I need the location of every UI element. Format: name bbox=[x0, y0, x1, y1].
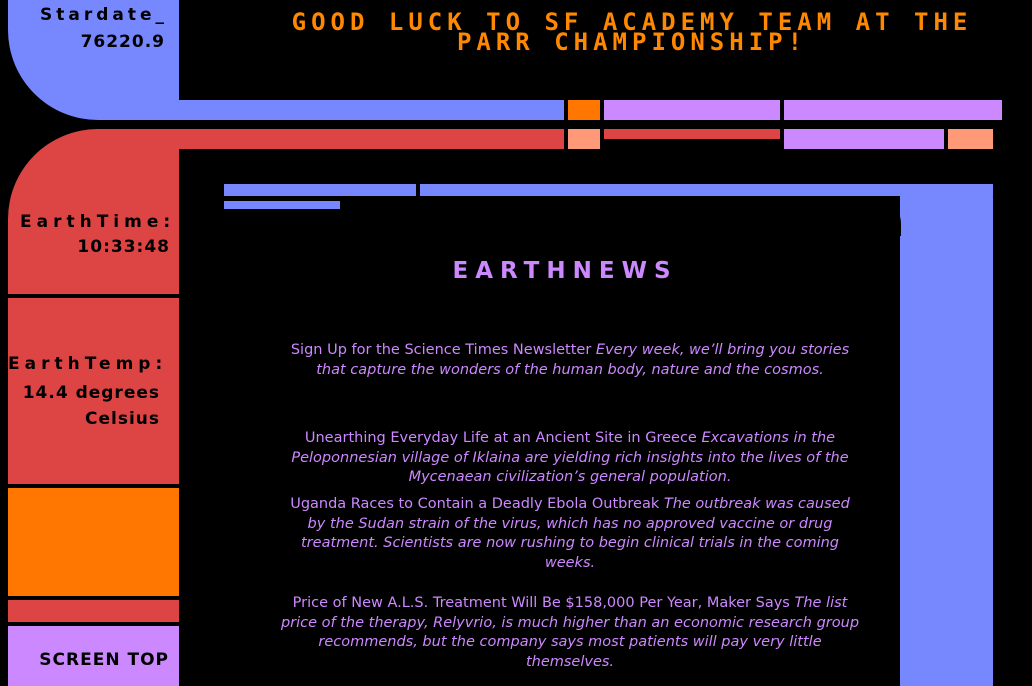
earthtemp-value-line1: 14.4 degrees bbox=[22, 383, 160, 403]
news-headline[interactable]: Unearthing Everyday Life at an Ancient S… bbox=[305, 430, 697, 446]
deco-bar-lilac-3 bbox=[784, 129, 944, 149]
deco-bar-peach-1 bbox=[568, 129, 600, 149]
red-bar bbox=[179, 129, 564, 149]
red-small-panel bbox=[8, 600, 179, 622]
banner-message: Good Luck to SF Academy Team at the PARR… bbox=[291, 8, 973, 56]
earthtemp-value: 14.4 degrees Celsius bbox=[8, 380, 160, 432]
earthtime-value: 10:33:48 bbox=[77, 237, 170, 257]
stardate-value: 76220.9 bbox=[80, 32, 165, 52]
earthtemp-panel: EarthTemp: 14.4 degrees Celsius bbox=[8, 298, 179, 484]
deco-bar-lilac-2 bbox=[784, 100, 1002, 120]
news-item: Unearthing Everyday Life at an Ancient S… bbox=[280, 429, 860, 488]
news-item: Uganda Races to Contain a Deadly Ebola O… bbox=[280, 495, 860, 573]
frame-top-left-bar bbox=[224, 184, 416, 196]
earthtemp-label: EarthTemp: bbox=[8, 354, 168, 374]
stardate-label: Stardate_ bbox=[40, 5, 169, 25]
deco-bar-lilac-1 bbox=[604, 100, 780, 120]
orange-panel bbox=[8, 488, 179, 596]
top-blue-bar bbox=[179, 100, 564, 120]
screen-top-label: SCREEN TOP bbox=[39, 650, 169, 670]
frame-right-bar bbox=[900, 184, 993, 686]
frame-under-bar bbox=[224, 201, 340, 209]
earthtime-label: EarthTime: bbox=[20, 212, 176, 232]
frame-inner-corner bbox=[860, 196, 901, 236]
news-title: EARTHNEWS bbox=[452, 258, 678, 284]
news-item: Sign Up for the Science Times Newsletter… bbox=[280, 341, 860, 380]
news-headline[interactable]: Uganda Races to Contain a Deadly Ebola O… bbox=[290, 496, 659, 512]
news-headline[interactable]: Price of New A.L.S. Treatment Will Be $1… bbox=[293, 595, 790, 611]
earthtemp-value-line2: Celsius bbox=[85, 409, 160, 429]
deco-bar-red bbox=[604, 129, 780, 139]
news-headline[interactable]: Sign Up for the Science Times Newsletter bbox=[291, 342, 591, 358]
screen-top-button[interactable]: SCREEN TOP bbox=[8, 626, 179, 686]
deco-bar-orange bbox=[568, 100, 600, 120]
news-item: Price of New A.L.S. Treatment Will Be $1… bbox=[280, 594, 860, 672]
deco-bar-peach-2 bbox=[948, 129, 993, 149]
elbow-inner-curve bbox=[179, 149, 239, 209]
